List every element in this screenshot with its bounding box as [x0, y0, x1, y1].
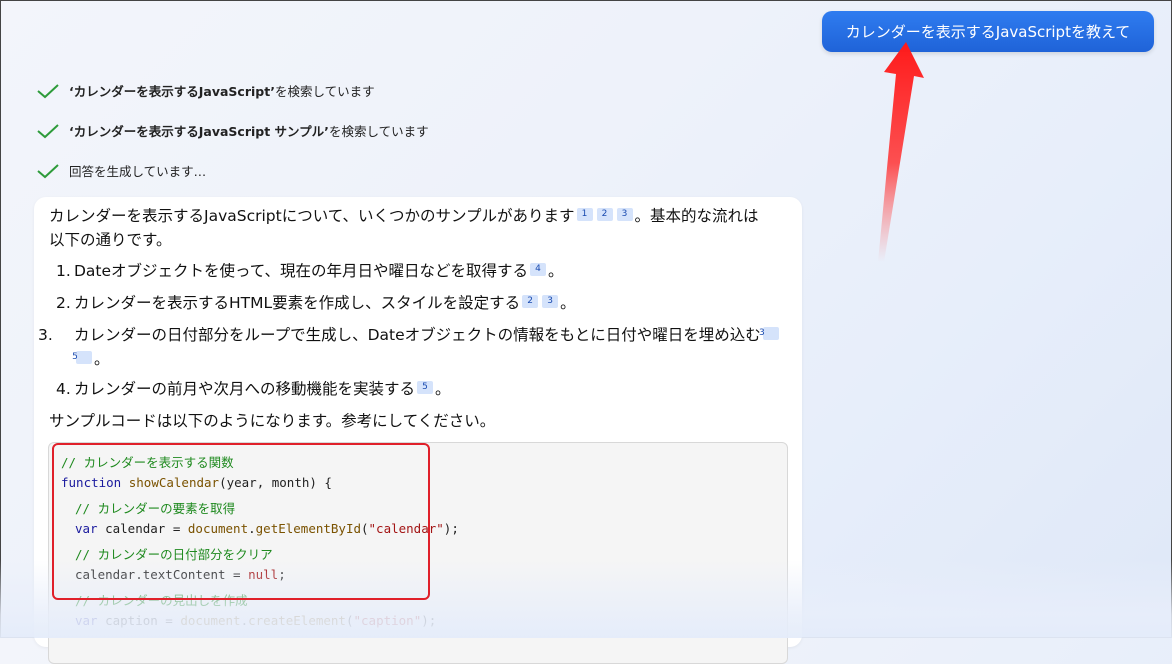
list-text: カレンダーを表示するHTML要素を作成し、スタイルを設定する — [74, 294, 521, 312]
list-text: カレンダーの日付部分をループで生成し、Dateオブジェクトの情報をもとに日付や曜… — [74, 326, 761, 344]
list-text-end: 。 — [548, 262, 564, 280]
code-line: // カレンダーの日付部分をクリア — [75, 547, 273, 562]
intro-text: 。基本的な流れは — [634, 207, 759, 225]
code-function: getElementById — [255, 521, 361, 536]
code-line: // カレンダーの見出しを作成 — [75, 593, 248, 608]
list-item: 1. Dateオブジェクトを使って、現在の年月日や曜日などを取得する 4。 — [56, 259, 786, 283]
code-string: "caption" — [353, 613, 422, 628]
list-text-end: 。 — [560, 294, 576, 312]
code-line: var calendar = document.getElementById("… — [75, 521, 459, 536]
code-text: ); — [421, 613, 437, 628]
status-query: ‘カレンダーを表示するJavaScript サンプル’ — [69, 124, 329, 139]
citation-link[interactable]: 1 — [576, 208, 593, 221]
status-search-1: ‘カレンダーを表示するJavaScript’ を検索しています — [36, 81, 375, 100]
status-query: ‘カレンダーを表示するJavaScript’ — [69, 84, 275, 99]
citation-link[interactable]: 5 — [417, 381, 434, 394]
code-object: document — [187, 521, 249, 536]
code-line: calendar.textContent = null; — [75, 567, 286, 582]
list-item: 4. カレンダーの前月や次月への移動機能を実装する 5。 — [56, 377, 786, 401]
code-text: ); — [443, 521, 459, 536]
answer-card: カレンダーを表示するJavaScriptについて、いくつかのサンプルがあります 1… — [34, 197, 802, 664]
code-keyword: var — [75, 521, 98, 536]
list-text-end: 。 — [435, 380, 451, 398]
user-message-text: カレンダーを表示するJavaScriptを教えて — [845, 23, 1131, 41]
code-block[interactable]: // カレンダーを表示する関数 function showCalendar(ye… — [48, 442, 788, 664]
code-function: showCalendar — [128, 475, 220, 490]
code-text: ( — [361, 521, 369, 536]
list-text: カレンダーの前月や次月への移動機能を実装する — [74, 380, 416, 398]
checkmark-icon — [37, 83, 59, 98]
code-function: createElement — [248, 613, 346, 628]
code-object: document — [180, 613, 241, 628]
citation-link[interactable]: 3 — [759, 327, 779, 340]
code-keyword: null — [248, 567, 279, 582]
list-text-end: 。 — [94, 350, 110, 368]
status-text: 回答を生成しています… — [69, 164, 207, 179]
citation-link[interactable]: 2 — [522, 295, 539, 308]
list-text: Dateオブジェクトを使って、現在の年月日や曜日などを取得する — [74, 262, 528, 280]
checkmark-icon — [37, 123, 59, 138]
citation-link[interactable]: 2 — [596, 208, 613, 221]
status-search-2: ‘カレンダーを表示するJavaScript サンプル’ を検索しています — [36, 121, 429, 140]
list-number: 2. — [56, 294, 71, 312]
status-text: を検索しています — [328, 124, 429, 139]
citation-link[interactable]: 3 — [616, 208, 633, 221]
answer-intro: カレンダーを表示するJavaScriptについて、いくつかのサンプルがあります 1… — [49, 204, 789, 252]
code-text: calendar = — [97, 521, 188, 536]
code-text: ; — [278, 567, 286, 582]
citation-link[interactable]: 4 — [530, 263, 546, 276]
checkmark-icon — [37, 163, 59, 178]
list-item: 2. カレンダーを表示するHTML要素を作成し、スタイルを設定する 2 3。 — [56, 291, 786, 315]
code-text: . — [248, 521, 256, 536]
code-text: (year, month) { — [219, 475, 332, 490]
code-line: // カレンダーの要素を取得 — [75, 501, 236, 516]
code-line: // カレンダーを表示する関数 — [61, 455, 234, 470]
code-keyword: var — [75, 613, 98, 628]
list-number: 3. — [38, 326, 53, 344]
status-text: を検索しています — [274, 84, 375, 99]
intro-text: 以下の通りです。 — [49, 231, 172, 249]
annotation-arrow — [878, 42, 924, 262]
code-text: caption = — [97, 613, 181, 628]
code-line: var caption = document.createElement("ca… — [75, 613, 436, 628]
code-keyword: function — [61, 475, 122, 490]
list-number: 4. — [56, 380, 71, 398]
citation-link[interactable]: 3 — [542, 295, 559, 308]
code-string: "calendar" — [368, 521, 444, 536]
status-generating: 回答を生成しています… — [36, 161, 206, 180]
code-text: ( — [345, 613, 354, 628]
code-text: calendar.textContent = — [75, 567, 249, 582]
list-number: 1. — [56, 262, 71, 280]
code-text: . — [240, 613, 249, 628]
citation-link[interactable]: 5 — [72, 351, 92, 364]
intro-text: カレンダーを表示するJavaScriptについて、いくつかのサンプルがあります — [49, 207, 575, 225]
list-item: 3. カレンダーの日付部分をループで生成し、Dateオブジェクトの情報をもとに日付… — [38, 323, 786, 371]
sample-intro: サンプルコードは以下のようになります。参考にしてください。 — [49, 412, 496, 430]
code-line: function showCalendar(year, month) { — [61, 475, 332, 490]
